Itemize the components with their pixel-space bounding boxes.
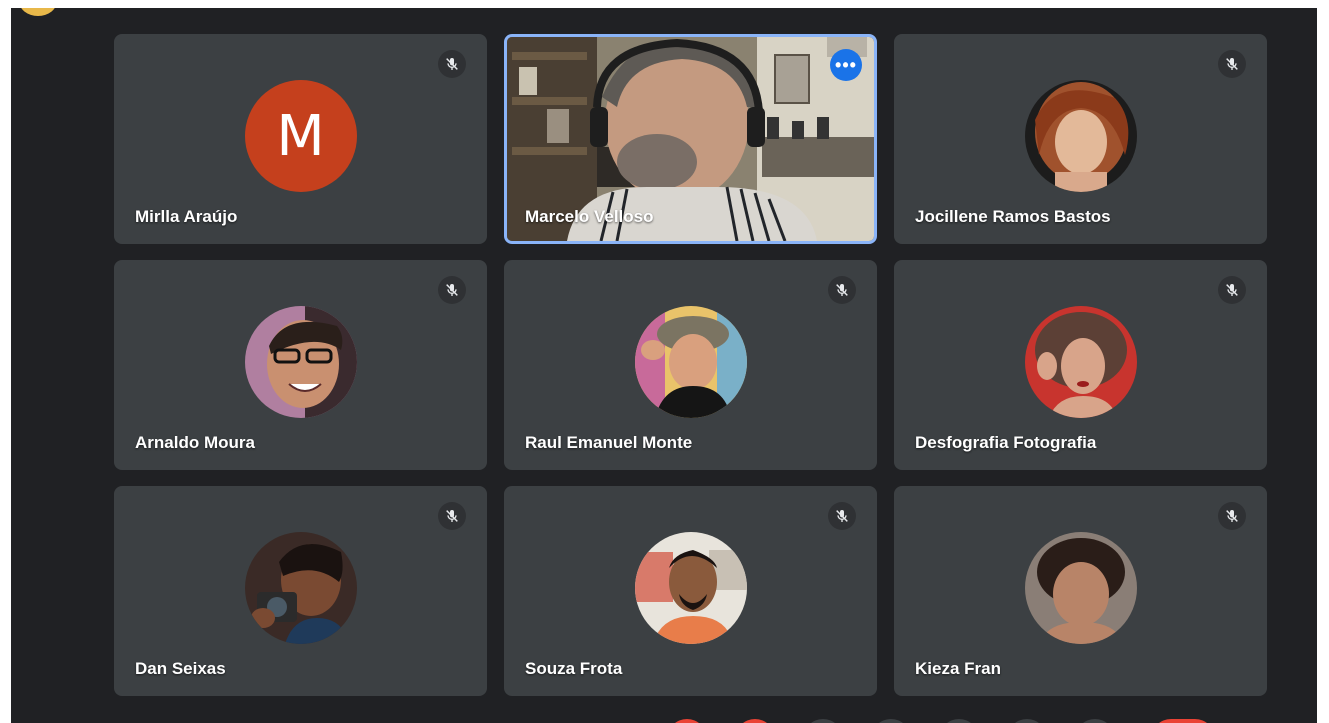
mic-off-icon — [1218, 276, 1246, 304]
avatar-letter: M — [276, 103, 325, 169]
more-options-icon: ••• — [835, 55, 857, 75]
control-button[interactable] — [1007, 719, 1047, 723]
avatar — [244, 532, 357, 644]
participant-name: Raul Emanuel Monte — [525, 433, 693, 452]
mic-off-icon — [438, 502, 466, 530]
participant-tile[interactable]: Arnaldo Moura — [114, 260, 487, 470]
avatar: M — [244, 80, 357, 192]
control-button[interactable] — [667, 719, 707, 723]
meeting-window: M Mirlla Araújo ••• Marcelo Velloso Joci… — [11, 8, 1317, 723]
participant-name: Kieza Fran — [915, 659, 1001, 678]
participant-name: Desfografia Fotografia — [915, 433, 1097, 452]
control-button[interactable] — [939, 719, 979, 723]
control-button[interactable] — [1075, 719, 1115, 723]
participant-tile[interactable]: Dan Seixas — [114, 486, 487, 696]
control-button[interactable] — [871, 719, 911, 723]
mic-off-icon — [438, 276, 466, 304]
control-button[interactable] — [803, 719, 843, 723]
participant-name: Souza Frota — [525, 659, 623, 678]
avatar — [1024, 532, 1137, 644]
participant-tile[interactable]: M Mirlla Araújo — [114, 34, 487, 244]
mic-off-icon — [1218, 502, 1246, 530]
participant-name: Dan Seixas — [135, 659, 226, 678]
participant-name: Mirlla Araújo — [135, 207, 238, 226]
leave-call-button[interactable] — [1151, 719, 1215, 723]
mic-off-icon — [828, 276, 856, 304]
participant-name: Arnaldo Moura — [135, 433, 255, 452]
avatar — [634, 532, 747, 644]
control-button[interactable] — [735, 719, 775, 723]
avatar — [244, 306, 357, 418]
avatar — [634, 306, 747, 418]
participant-tile[interactable]: Jocillene Ramos Bastos — [894, 34, 1267, 244]
participant-name: Jocillene Ramos Bastos — [915, 207, 1111, 226]
participant-name: Marcelo Velloso — [525, 207, 654, 226]
participant-tile[interactable]: Souza Frota — [504, 486, 877, 696]
mic-off-icon — [438, 50, 466, 78]
avatar — [1024, 80, 1137, 192]
participant-tile[interactable]: Desfografia Fotografia — [894, 260, 1267, 470]
avatar — [1024, 306, 1137, 418]
more-options-button[interactable]: ••• — [830, 49, 862, 81]
participant-tile-active[interactable]: ••• Marcelo Velloso — [504, 34, 877, 244]
corner-accent — [19, 8, 57, 16]
participant-grid: M Mirlla Araújo ••• Marcelo Velloso Joci… — [114, 34, 1267, 696]
mic-off-icon — [828, 502, 856, 530]
mic-off-icon — [1218, 50, 1246, 78]
participant-tile[interactable]: Kieza Fran — [894, 486, 1267, 696]
participant-tile[interactable]: Raul Emanuel Monte — [504, 260, 877, 470]
